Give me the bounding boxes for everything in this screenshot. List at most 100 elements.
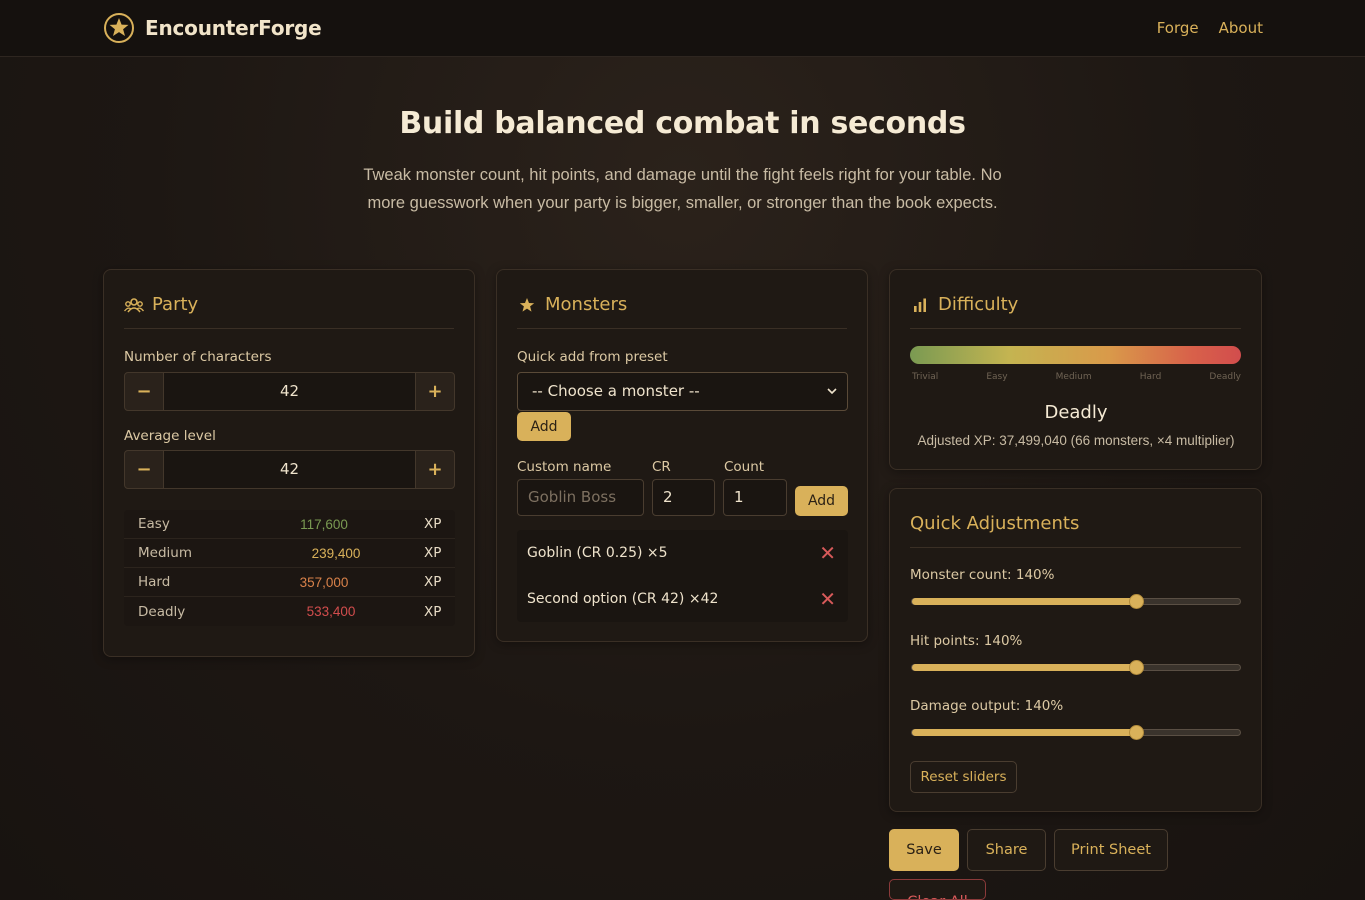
main-nav: Forge About — [1157, 19, 1263, 37]
remove-icon[interactable]: ✕ — [819, 589, 836, 609]
difficulty-level: Deadly — [1044, 402, 1108, 423]
xp-row-hard: Hard 357,000 XP — [124, 568, 455, 597]
num-chars-stepper: − 42 + — [124, 372, 455, 411]
num-chars-input[interactable]: 42 — [164, 372, 415, 411]
custom-name-label: Custom name — [517, 459, 612, 475]
avg-level-stepper: − 42 + — [124, 450, 455, 489]
xp-name: Hard — [138, 574, 171, 590]
monster-entry-text: Second option (CR 42) ×42 — [527, 591, 719, 607]
preset-add-button[interactable]: Add — [517, 412, 571, 441]
divider — [910, 328, 1241, 329]
tick-trivial: Trivial — [912, 372, 939, 382]
cr-label: CR — [652, 459, 671, 475]
xp-value: 533,400 — [306, 604, 356, 619]
difficulty-card: Difficulty Trivial Easy Medium Hard Dead… — [889, 269, 1262, 470]
damage-output-slider[interactable] — [911, 725, 1241, 740]
nav-forge-link[interactable]: Forge — [1157, 19, 1199, 37]
monsters-card: Monsters Quick add from preset -- Choose… — [496, 269, 868, 642]
difficulty-meter — [910, 346, 1241, 364]
users-icon — [124, 295, 144, 315]
damage-output-label: Damage output: 140% — [910, 698, 1064, 714]
num-chars-label: Number of characters — [124, 349, 272, 365]
difficulty-ticks: Trivial Easy Medium Hard Deadly — [912, 372, 1241, 382]
avg-level-input[interactable]: 42 — [164, 450, 415, 489]
party-card-title: Party — [124, 294, 198, 315]
top-bar: EncounterForge Forge About — [0, 0, 1365, 57]
num-chars-decrement-button[interactable]: − — [124, 372, 164, 411]
party-card: Party Number of characters − 42 + Averag… — [103, 269, 475, 657]
divider — [124, 328, 454, 329]
xp-name: Deadly — [138, 603, 186, 620]
tick-medium: Medium — [1055, 372, 1092, 382]
xp-row-deadly: Deadly 533,400 XP — [124, 597, 455, 626]
brand[interactable]: EncounterForge — [103, 12, 322, 44]
divider — [517, 328, 847, 329]
list-item: Second option (CR 42) ×42 ✕ — [517, 576, 848, 622]
clear-all-button[interactable]: Clear All — [889, 879, 986, 900]
reset-sliders-button[interactable]: Reset sliders — [910, 761, 1017, 793]
print-sheet-button[interactable]: Print Sheet — [1054, 829, 1168, 871]
xp-unit: XP — [424, 603, 442, 620]
nav-about-link[interactable]: About — [1219, 19, 1263, 37]
count-label: Count — [724, 459, 765, 475]
monster-preset-select[interactable]: -- Choose a monster -- — [517, 372, 848, 411]
xp-value: 117,600 — [300, 516, 348, 532]
custom-name-input[interactable]: Goblin Boss — [517, 479, 644, 516]
share-button[interactable]: Share — [967, 829, 1046, 871]
custom-add-button[interactable]: Add — [795, 486, 848, 516]
xp-row-easy: Easy 117,600 XP — [124, 510, 455, 539]
monster-entry-text: Goblin (CR 0.25) ×5 — [527, 545, 668, 561]
xp-value: 357,000 — [299, 574, 349, 590]
quick-adjustments-card: Quick Adjustments Monster count: 140% Hi… — [889, 488, 1262, 812]
monsters-title-text: Monsters — [545, 294, 628, 315]
monster-list: Goblin (CR 0.25) ×5 ✕ Second option (CR … — [517, 530, 848, 622]
xp-value: 239,400 — [311, 545, 361, 561]
count-input[interactable]: 1 — [723, 479, 787, 516]
difficulty-title-text: Difficulty — [938, 294, 1019, 315]
hero-subtitle: Tweak monster count, hit points, and dam… — [363, 166, 1002, 212]
list-item: Goblin (CR 0.25) ×5 ✕ — [517, 530, 848, 576]
slider-fill — [912, 598, 1137, 605]
tick-easy: Easy — [986, 372, 1008, 382]
hero-title: Build balanced combat in seconds — [399, 106, 966, 141]
monster-count-label: Monster count: 140% — [910, 567, 1055, 583]
xp-threshold-table: Easy 117,600 XP Medium 239,400 XP Hard 3… — [124, 510, 455, 626]
slider-handle[interactable] — [1129, 725, 1145, 740]
party-title-text: Party — [152, 294, 199, 315]
xp-name: Medium — [138, 545, 192, 561]
xp-name: Easy — [138, 516, 170, 532]
cr-input[interactable]: 2 — [652, 479, 715, 516]
bar-chart-icon — [910, 295, 930, 315]
tick-hard: Hard — [1139, 372, 1162, 382]
tick-deadly: Deadly — [1209, 372, 1241, 382]
preset-label: Quick add from preset — [517, 349, 668, 365]
adjustments-title-text: Quick Adjustments — [910, 513, 1080, 534]
divider — [910, 547, 1241, 548]
xp-unit: XP — [424, 574, 442, 590]
brand-name: EncounterForge — [145, 16, 322, 40]
difficulty-card-title: Difficulty — [910, 294, 1018, 315]
xp-unit: XP — [424, 516, 442, 532]
star-circle-icon — [104, 13, 134, 43]
star-icon — [517, 295, 537, 315]
remove-icon[interactable]: ✕ — [819, 543, 836, 563]
avg-level-decrement-button[interactable]: − — [124, 450, 164, 489]
hit-points-slider[interactable] — [911, 660, 1241, 675]
avg-level-increment-button[interactable]: + — [415, 450, 455, 489]
num-chars-increment-button[interactable]: + — [415, 372, 455, 411]
preset-selected-value: -- Choose a monster -- — [532, 382, 700, 400]
adjusted-xp: Adjusted XP: 37,499,040 (66 monsters, ×4… — [917, 433, 1235, 448]
slider-handle[interactable] — [1129, 594, 1145, 609]
chevron-down-icon — [827, 373, 837, 425]
avg-level-label: Average level — [124, 428, 216, 444]
xp-unit: XP — [424, 545, 442, 561]
adjustments-card-title: Quick Adjustments — [910, 513, 1079, 534]
monsters-card-title: Monsters — [517, 294, 627, 315]
monster-count-slider[interactable] — [911, 594, 1241, 609]
slider-handle[interactable] — [1129, 660, 1145, 675]
slider-fill — [912, 729, 1137, 736]
xp-row-medium: Medium 239,400 XP — [124, 539, 455, 568]
hit-points-label: Hit points: 140% — [910, 633, 1023, 649]
save-button[interactable]: Save — [889, 829, 959, 871]
slider-fill — [912, 664, 1137, 671]
